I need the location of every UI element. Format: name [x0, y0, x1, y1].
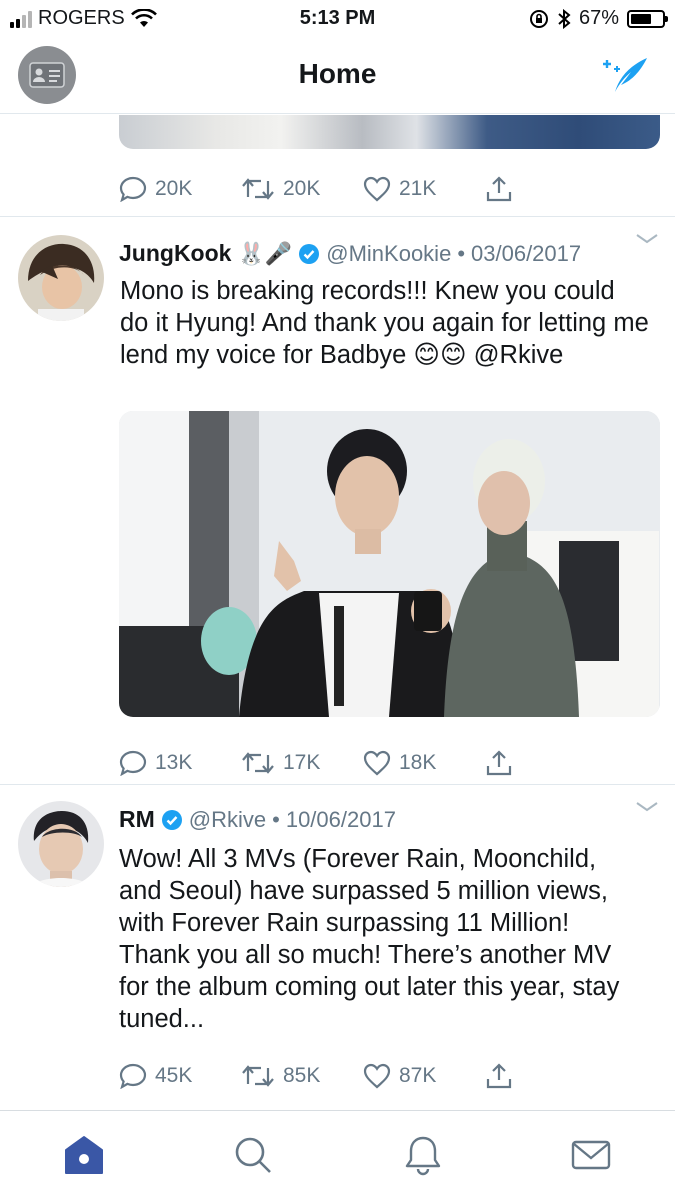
reply-button[interactable]: 13K: [119, 750, 241, 776]
author-handle[interactable]: @MinKookie: [326, 241, 451, 267]
like-count: 21K: [399, 177, 437, 200]
search-icon: [235, 1137, 271, 1173]
compose-tweet-icon[interactable]: [601, 52, 651, 98]
battery-icon: [627, 9, 668, 28]
reply-count: 20K: [155, 177, 193, 200]
reply-button[interactable]: 45K: [119, 1063, 241, 1089]
home-icon: [65, 1136, 103, 1174]
bell-icon: [405, 1136, 441, 1176]
tweet-actions: 13K 17K 18K: [119, 749, 513, 777]
author-name[interactable]: RM: [119, 806, 155, 833]
bluetooth-icon: [558, 8, 571, 29]
verified-badge-icon: [299, 243, 320, 264]
retweet-count: 85K: [283, 1064, 321, 1087]
tweet-text: Mono is breaking records!!! Knew you cou…: [120, 277, 649, 369]
envelope-icon: [571, 1140, 611, 1170]
retweet-icon: [242, 1065, 274, 1087]
author-handle[interactable]: @Rkive: [189, 807, 266, 833]
orientation-lock-icon: [529, 9, 548, 28]
battery-percent: 67%: [578, 7, 619, 29]
tab-search[interactable]: [231, 1133, 275, 1177]
status-bar: ROGERS 5:13 PM 67%: [0, 0, 675, 40]
retweet-button[interactable]: 85K: [241, 1064, 363, 1088]
share-button[interactable]: [485, 175, 513, 203]
tweet-photo[interactable]: [119, 411, 660, 717]
heart-icon: [363, 1063, 391, 1089]
avatar[interactable]: [18, 801, 104, 887]
retweet-icon: [242, 752, 274, 774]
retweet-button[interactable]: 17K: [241, 751, 363, 775]
reply-icon: [119, 1063, 147, 1089]
tweet-header: JungKook 🐰🎤 @MinKookie • 03/06/2017: [119, 240, 581, 267]
like-button[interactable]: 18K: [363, 750, 485, 776]
timeline-feed[interactable]: 20K 20K 21K JungKook 🐰�: [0, 115, 675, 1110]
meta-separator: •: [457, 240, 466, 266]
author-name-emoji: 🐰🎤: [237, 240, 293, 266]
share-icon: [486, 1063, 512, 1089]
tab-notifications[interactable]: [401, 1133, 445, 1177]
previous-tweet-photo[interactable]: [119, 115, 660, 149]
previous-tweet-actions: 20K 20K 21K: [119, 175, 513, 203]
bottom-tab-bar: [0, 1110, 675, 1200]
tab-home[interactable]: [62, 1133, 106, 1177]
avatar[interactable]: [18, 235, 104, 321]
page-title: Home: [298, 58, 377, 89]
like-button[interactable]: 87K: [363, 1063, 485, 1089]
share-button[interactable]: [485, 749, 513, 777]
tweet-date: 03/06/2017: [471, 240, 582, 266]
retweet-count: 20K: [283, 177, 321, 200]
author-name[interactable]: JungKook: [119, 240, 231, 267]
share-button[interactable]: [485, 1062, 513, 1090]
share-icon: [486, 176, 512, 202]
chevron-down-icon[interactable]: [635, 801, 659, 813]
reply-icon: [119, 176, 147, 202]
divider: [0, 216, 675, 217]
tweet-text: Wow! All 3 MVs (Forever Rain, Moonchild,…: [119, 845, 620, 1033]
verified-badge-icon: [161, 809, 182, 830]
reply-icon: [119, 750, 147, 776]
tweet-date: 10/06/2017: [285, 806, 396, 832]
heart-icon: [363, 176, 391, 202]
heart-icon: [363, 750, 391, 776]
reply-count: 45K: [155, 1064, 193, 1087]
like-button[interactable]: 21K: [363, 176, 485, 202]
retweet-button[interactable]: 20K: [241, 177, 363, 201]
reply-count: 13K: [155, 751, 193, 774]
chevron-down-icon[interactable]: [635, 233, 659, 245]
like-count: 18K: [399, 751, 437, 774]
meta-separator: •: [272, 806, 280, 832]
tab-messages[interactable]: [569, 1133, 613, 1177]
like-count: 87K: [399, 1064, 437, 1087]
divider: [0, 784, 675, 785]
tweet-header: RM @Rkive • 10/06/2017: [119, 806, 396, 833]
retweet-icon: [242, 178, 274, 200]
reply-button[interactable]: 20K: [119, 176, 241, 202]
tweet-actions: 45K 85K 87K: [119, 1062, 513, 1090]
retweet-count: 17K: [283, 751, 321, 774]
share-icon: [486, 750, 512, 776]
app-header: Home: [0, 40, 675, 114]
